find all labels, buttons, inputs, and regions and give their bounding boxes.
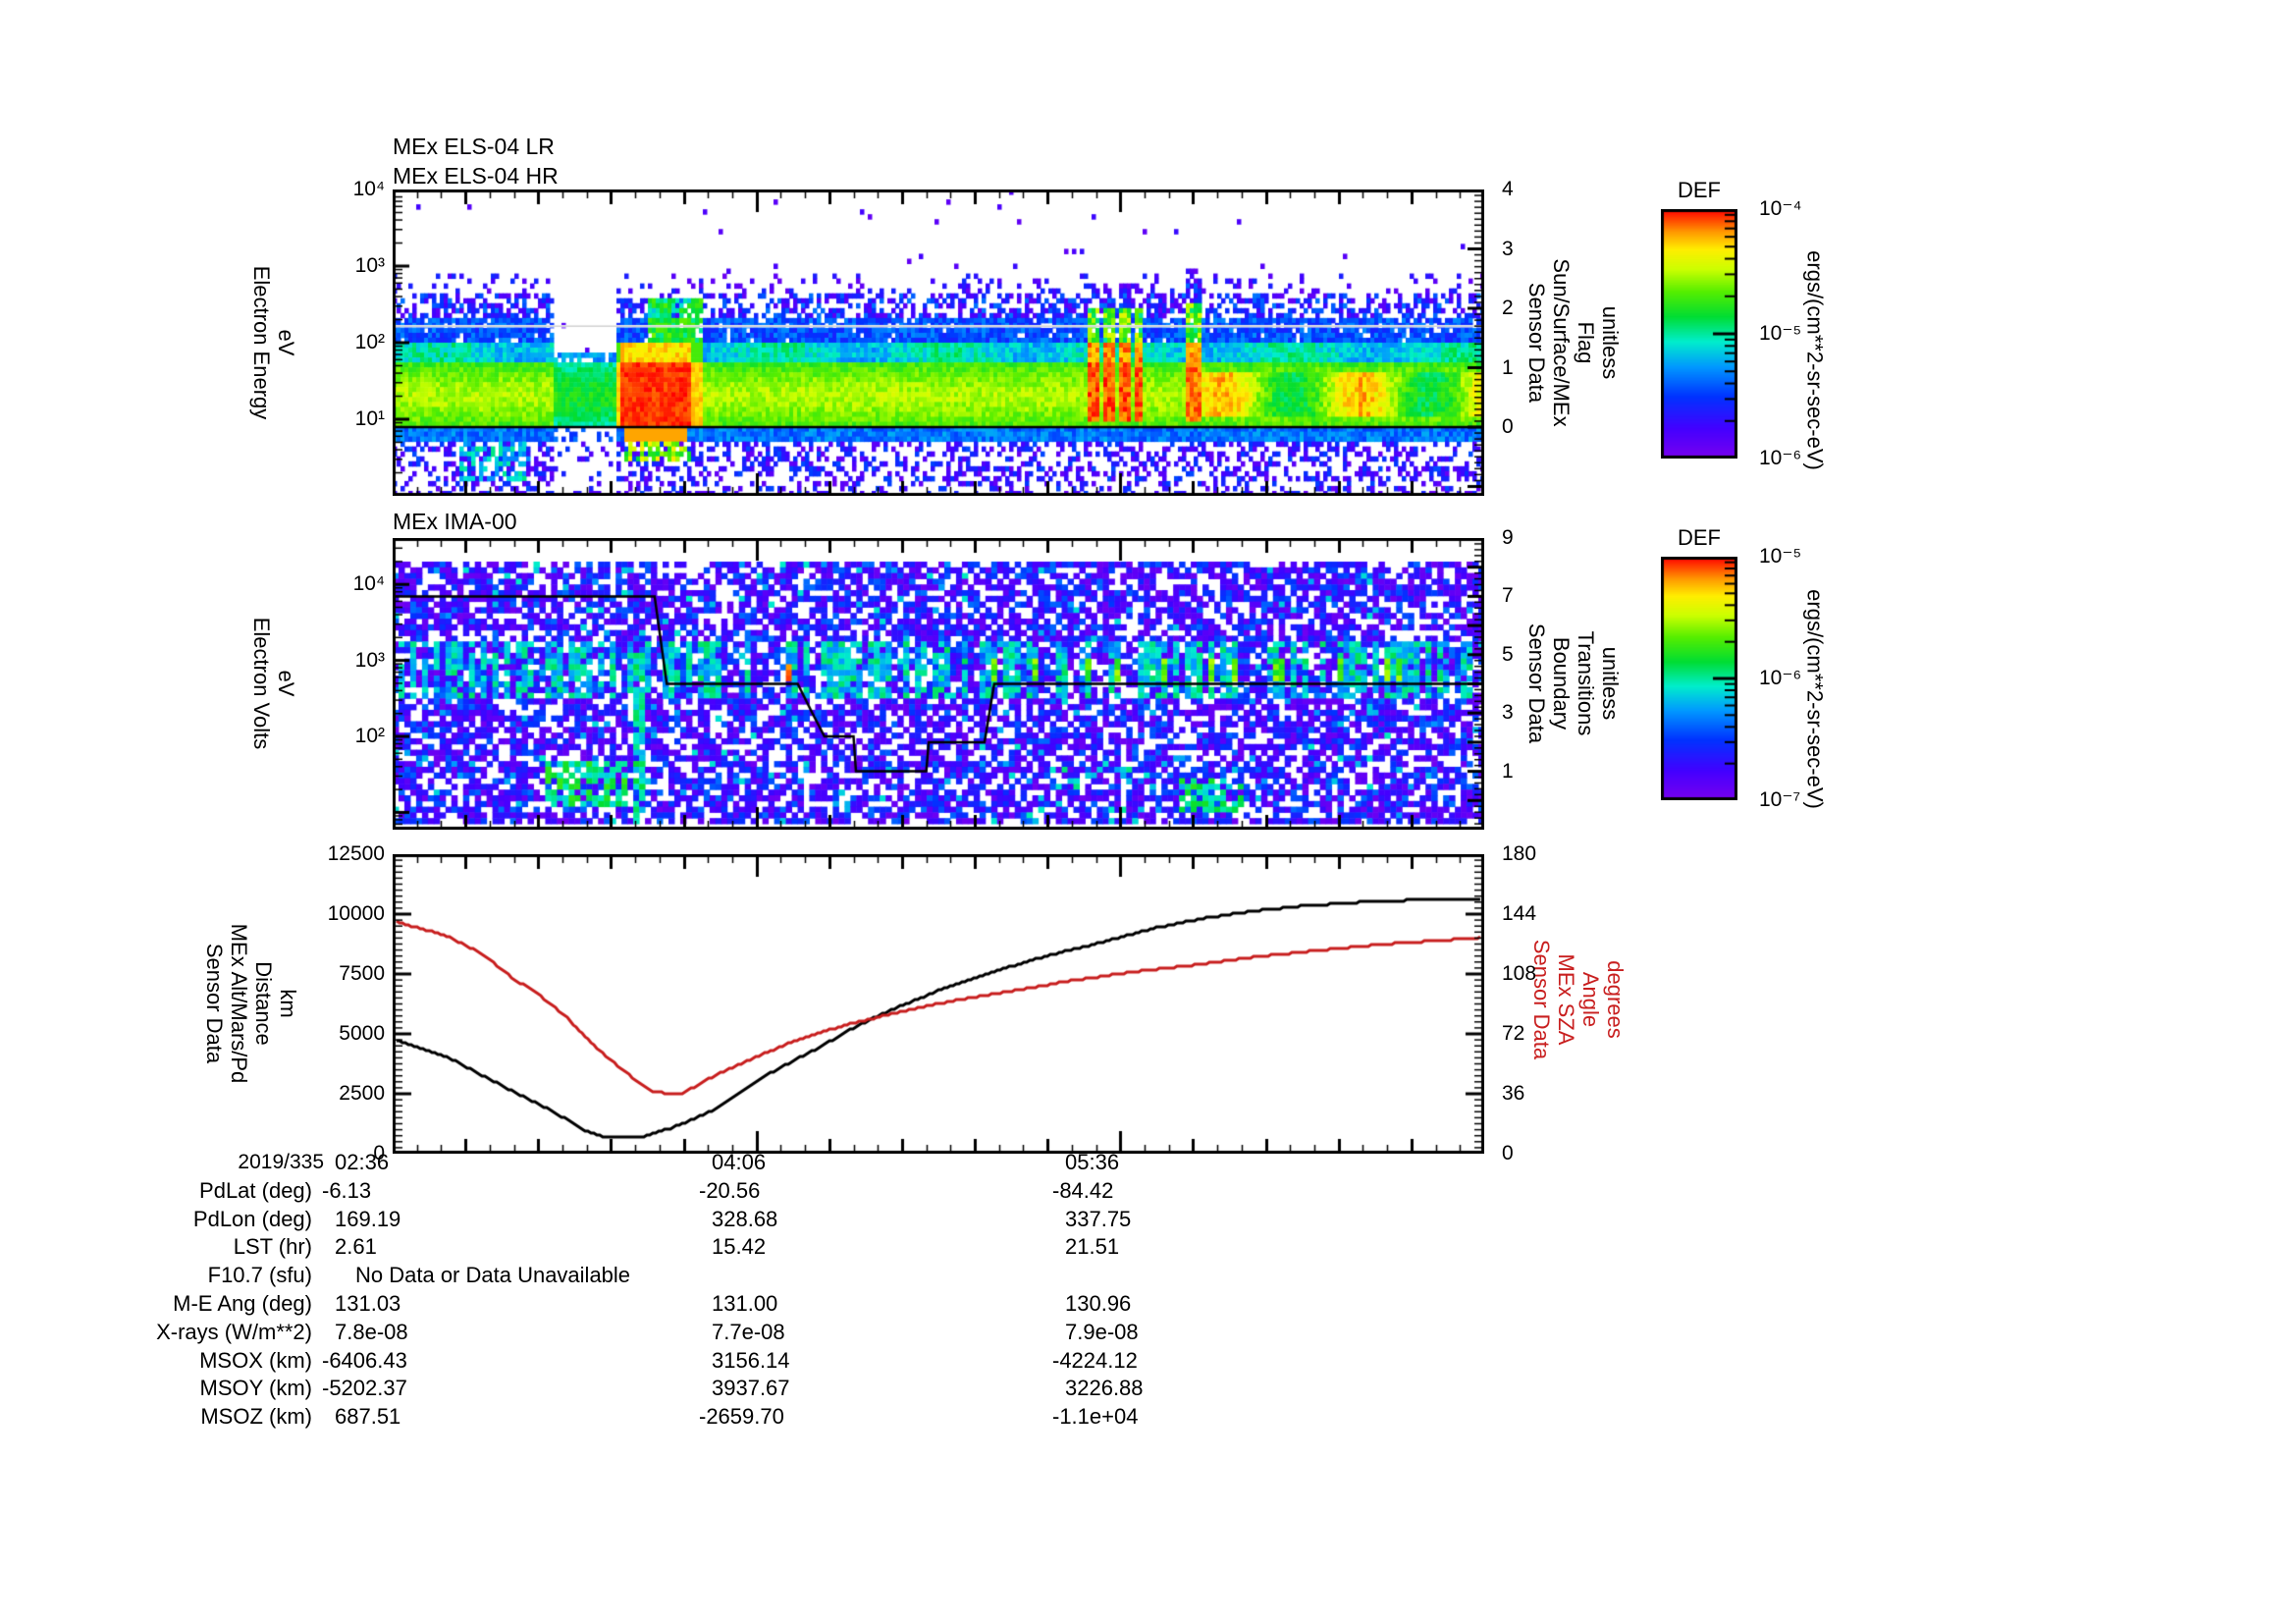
ima-boundary-tick: 7 [1502, 584, 1514, 608]
table-row-label: MSOY (km) [199, 1376, 312, 1401]
ima-cb-tick: 10⁻⁷ [1759, 788, 1801, 811]
els-cb-tick: 10⁻⁵ [1759, 322, 1802, 345]
table-value: 337.75 [1065, 1206, 1132, 1231]
table-value: 130.96 [1065, 1291, 1132, 1316]
altitude-sza-plot-canvas [393, 854, 1484, 1154]
ima-ytick: 10⁴ [352, 572, 385, 595]
sza-right-label: degrees Angle MEx SZA Sensor Data [1529, 939, 1628, 1060]
table-value: 687.51 [335, 1404, 401, 1430]
table-value: -2659.70 [699, 1404, 784, 1430]
sza-ytick: 36 [1502, 1082, 1525, 1105]
alt-ytick: 12500 [327, 842, 385, 865]
ima-colorbar-title: DEF [1678, 525, 1721, 550]
els-cb-tick: 10⁻⁴ [1759, 197, 1802, 220]
els-cb-tick: 10⁻⁶ [1759, 447, 1802, 469]
table-value: 21.51 [1065, 1234, 1120, 1260]
alt-ytick: 5000 [339, 1022, 385, 1045]
els-ytick: 10³ [354, 254, 385, 277]
table-value: 7.9e-08 [1065, 1319, 1139, 1344]
els-title-lr: MEx ELS-04 LR [393, 134, 555, 159]
ima-title: MEx IMA-00 [393, 509, 517, 534]
table-row-label: M-E Ang (deg) [173, 1291, 312, 1316]
els-flag-tick: 2 [1502, 297, 1514, 319]
table-value: 3226.88 [1065, 1376, 1144, 1401]
sza-ytick: 0 [1502, 1142, 1514, 1164]
line-ylabel: km Distance MEx Alt/Mars/Pd Sensor Data [202, 923, 300, 1084]
x-axis-time-label: 02:36 [335, 1150, 390, 1174]
sza-ytick: 72 [1502, 1022, 1525, 1045]
sza-ytick: 108 [1502, 962, 1537, 985]
ima-colorbar-canvas [1661, 557, 1737, 800]
ima-spectrogram-canvas [393, 538, 1484, 830]
table-value: 7.7e-08 [712, 1319, 785, 1344]
table-value: -4224.12 [1052, 1347, 1138, 1373]
table-row-label: F10.7 (sfu) [207, 1263, 312, 1288]
f107-no-data-note: No Data or Data Unavailable [355, 1263, 631, 1288]
x-axis-time-label: 05:36 [1065, 1150, 1120, 1174]
els-title-hr: MEx ELS-04 HR [393, 163, 559, 189]
els-ytick: 10² [354, 331, 385, 353]
table-value: 131.03 [335, 1291, 401, 1316]
els-flag-tick: 3 [1502, 237, 1514, 260]
ima-boundary-tick: 1 [1502, 759, 1514, 783]
table-row-label: X-rays (W/m**2) [156, 1319, 312, 1344]
els-ytick: 10⁴ [352, 178, 385, 200]
table-value: 15.42 [712, 1234, 767, 1260]
els-colorbar-units: ergs/(cm**2-sr-sec-eV) [1802, 250, 1828, 470]
els-ytick: 10¹ [354, 407, 385, 430]
ima-cb-tick: 10⁻⁵ [1759, 545, 1802, 568]
table-value: -20.56 [699, 1177, 761, 1203]
table-row-label: MSOX (km) [199, 1347, 312, 1373]
sza-ytick: 180 [1502, 842, 1537, 865]
ima-boundary-tick: 5 [1502, 642, 1514, 666]
els-right-label: unitless Flag Sun/Surface/MEx Sensor Dat… [1524, 258, 1623, 427]
els-ylabel: eV Electron Energy [249, 265, 298, 420]
table-value: -84.42 [1052, 1177, 1114, 1203]
table-value: 3937.67 [712, 1376, 790, 1401]
figure-root: MEx ELS-04 LR MEx ELS-04 HR MEx IMA-00 D… [0, 0, 2296, 1623]
table-value: -5202.37 [322, 1376, 407, 1401]
table-value: 3156.14 [712, 1347, 790, 1373]
els-spectrogram-canvas [393, 189, 1484, 496]
els-colorbar-canvas [1661, 209, 1737, 459]
els-flag-tick: 4 [1502, 178, 1514, 200]
sza-ytick: 144 [1502, 902, 1537, 925]
ima-ylabel: eV Electron Volts [249, 617, 298, 750]
ima-boundary-tick: 3 [1502, 701, 1514, 725]
els-flag-tick: 0 [1502, 415, 1514, 438]
ima-boundary-tick: 9 [1502, 526, 1514, 549]
table-row-label: MSOZ (km) [200, 1404, 312, 1430]
table-value: 2.61 [335, 1234, 377, 1260]
table-value: 7.8e-08 [335, 1319, 408, 1344]
ima-cb-tick: 10⁻⁶ [1759, 667, 1802, 689]
alt-ytick: 2500 [339, 1082, 385, 1105]
ima-right-label: unitless Transitions Boundary Sensor Dat… [1524, 622, 1623, 744]
x-axis-time-label: 04:06 [712, 1150, 767, 1174]
els-colorbar-title: DEF [1678, 178, 1721, 202]
table-row-label: PdLat (deg) [199, 1177, 312, 1203]
ima-ytick: 10³ [354, 649, 385, 672]
ima-ytick: 10² [354, 725, 385, 747]
table-value: 169.19 [335, 1206, 401, 1231]
table-value: -1.1e+04 [1052, 1404, 1139, 1430]
table-row-label: LST (hr) [233, 1234, 312, 1260]
table-row-label: PdLon (deg) [192, 1206, 312, 1231]
ima-colorbar-units: ergs/(cm**2-sr-sec-eV) [1802, 589, 1828, 809]
table-value: 328.68 [712, 1206, 778, 1231]
alt-ytick: 10000 [327, 902, 385, 925]
alt-ytick: 7500 [339, 962, 385, 985]
table-value: -6406.43 [322, 1347, 407, 1373]
table-value: -6.13 [322, 1177, 372, 1203]
table-value: 131.00 [712, 1291, 778, 1316]
els-flag-tick: 1 [1502, 355, 1514, 379]
